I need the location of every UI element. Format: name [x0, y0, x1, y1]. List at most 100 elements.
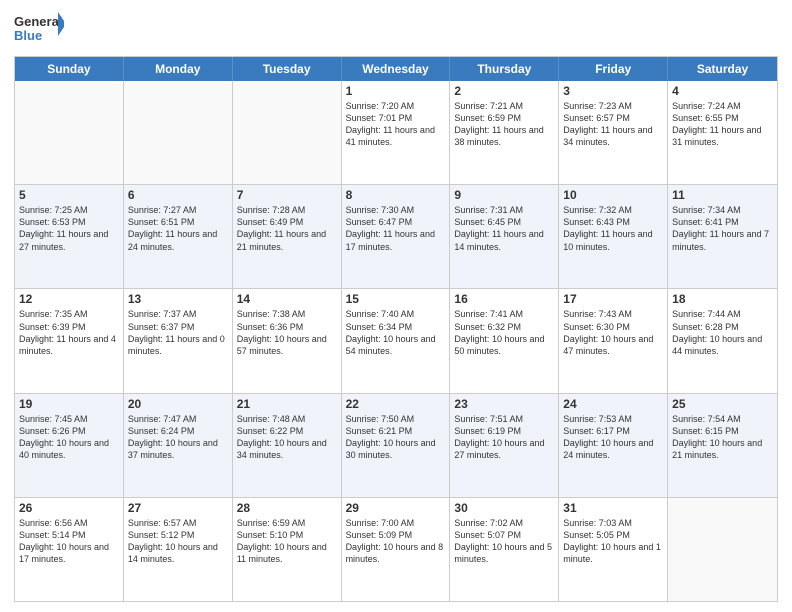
cell-info: Sunrise: 7:53 AM Sunset: 6:17 PM Dayligh… [563, 413, 663, 462]
day-cell-14: 14 Sunrise: 7:38 AM Sunset: 6:36 PM Dayli… [233, 289, 342, 392]
empty-cell [15, 81, 124, 184]
svg-text:Blue: Blue [14, 28, 42, 43]
logo: General Blue [14, 10, 64, 48]
day-number: 26 [19, 501, 119, 515]
day-number: 20 [128, 397, 228, 411]
cell-info: Sunrise: 7:45 AM Sunset: 6:26 PM Dayligh… [19, 413, 119, 462]
empty-cell [233, 81, 342, 184]
day-cell-19: 19 Sunrise: 7:45 AM Sunset: 6:26 PM Dayli… [15, 394, 124, 497]
day-number: 7 [237, 188, 337, 202]
day-number: 12 [19, 292, 119, 306]
day-cell-3: 3 Sunrise: 7:23 AM Sunset: 6:57 PM Daylig… [559, 81, 668, 184]
day-cell-24: 24 Sunrise: 7:53 AM Sunset: 6:17 PM Dayli… [559, 394, 668, 497]
header-cell-thursday: Thursday [450, 57, 559, 81]
cell-info: Sunrise: 7:48 AM Sunset: 6:22 PM Dayligh… [237, 413, 337, 462]
cell-info: Sunrise: 7:51 AM Sunset: 6:19 PM Dayligh… [454, 413, 554, 462]
day-cell-6: 6 Sunrise: 7:27 AM Sunset: 6:51 PM Daylig… [124, 185, 233, 288]
day-cell-18: 18 Sunrise: 7:44 AM Sunset: 6:28 PM Dayli… [668, 289, 777, 392]
day-number: 15 [346, 292, 446, 306]
day-number: 28 [237, 501, 337, 515]
day-number: 24 [563, 397, 663, 411]
cell-info: Sunrise: 7:44 AM Sunset: 6:28 PM Dayligh… [672, 308, 773, 357]
day-cell-26: 26 Sunrise: 6:56 AM Sunset: 5:14 PM Dayli… [15, 498, 124, 601]
cell-info: Sunrise: 7:47 AM Sunset: 6:24 PM Dayligh… [128, 413, 228, 462]
cell-info: Sunrise: 7:34 AM Sunset: 6:41 PM Dayligh… [672, 204, 773, 253]
cell-info: Sunrise: 7:25 AM Sunset: 6:53 PM Dayligh… [19, 204, 119, 253]
cell-info: Sunrise: 7:24 AM Sunset: 6:55 PM Dayligh… [672, 100, 773, 149]
cell-info: Sunrise: 7:23 AM Sunset: 6:57 PM Dayligh… [563, 100, 663, 149]
day-number: 6 [128, 188, 228, 202]
day-cell-20: 20 Sunrise: 7:47 AM Sunset: 6:24 PM Dayli… [124, 394, 233, 497]
day-number: 8 [346, 188, 446, 202]
day-number: 31 [563, 501, 663, 515]
cell-info: Sunrise: 7:28 AM Sunset: 6:49 PM Dayligh… [237, 204, 337, 253]
day-cell-17: 17Sunrise: 7:43 AM Sunset: 6:30 PM Dayli… [559, 289, 668, 392]
day-cell-5: 5Sunrise: 7:25 AM Sunset: 6:53 PM Daylig… [15, 185, 124, 288]
day-number: 25 [672, 397, 773, 411]
calendar: SundayMondayTuesdayWednesdayThursdayFrid… [14, 56, 778, 602]
day-number: 29 [346, 501, 446, 515]
day-cell-10: 10Sunrise: 7:32 AM Sunset: 6:43 PM Dayli… [559, 185, 668, 288]
day-number: 18 [672, 292, 773, 306]
header-cell-saturday: Saturday [668, 57, 777, 81]
header: General Blue [14, 10, 778, 48]
cell-info: Sunrise: 7:35 AM Sunset: 6:39 PM Dayligh… [19, 308, 119, 357]
calendar-row-2: 12 Sunrise: 7:35 AM Sunset: 6:39 PM Dayli… [15, 288, 777, 392]
day-number: 3 [563, 84, 663, 98]
day-cell-4: 4 Sunrise: 7:24 AM Sunset: 6:55 PM Daylig… [668, 81, 777, 184]
cell-info: Sunrise: 7:31 AM Sunset: 6:45 PM Dayligh… [454, 204, 554, 253]
cell-info: Sunrise: 7:03 AM Sunset: 5:05 PM Dayligh… [563, 517, 663, 566]
cell-info: Sunrise: 7:40 AM Sunset: 6:34 PM Dayligh… [346, 308, 446, 357]
header-cell-sunday: Sunday [15, 57, 124, 81]
day-number: 23 [454, 397, 554, 411]
day-number: 4 [672, 84, 773, 98]
calendar-header: SundayMondayTuesdayWednesdayThursdayFrid… [15, 57, 777, 81]
day-number: 19 [19, 397, 119, 411]
day-number: 2 [454, 84, 554, 98]
day-cell-9: 9 Sunrise: 7:31 AM Sunset: 6:45 PM Daylig… [450, 185, 559, 288]
cell-info: Sunrise: 7:54 AM Sunset: 6:15 PM Dayligh… [672, 413, 773, 462]
day-number: 27 [128, 501, 228, 515]
calendar-row-3: 19 Sunrise: 7:45 AM Sunset: 6:26 PM Dayli… [15, 393, 777, 497]
cell-info: Sunrise: 7:02 AM Sunset: 5:07 PM Dayligh… [454, 517, 554, 566]
cell-info: Sunrise: 7:21 AM Sunset: 6:59 PM Dayligh… [454, 100, 554, 149]
header-cell-wednesday: Wednesday [342, 57, 451, 81]
day-number: 11 [672, 188, 773, 202]
calendar-body: 1 Sunrise: 7:20 AM Sunset: 7:01 PM Daylig… [15, 81, 777, 601]
day-cell-13: 13Sunrise: 7:37 AM Sunset: 6:37 PM Dayli… [124, 289, 233, 392]
day-cell-7: 7 Sunrise: 7:28 AM Sunset: 6:49 PM Daylig… [233, 185, 342, 288]
cell-info: Sunrise: 7:43 AM Sunset: 6:30 PM Dayligh… [563, 308, 663, 357]
header-cell-friday: Friday [559, 57, 668, 81]
day-cell-31: 31 Sunrise: 7:03 AM Sunset: 5:05 PM Dayli… [559, 498, 668, 601]
header-cell-tuesday: Tuesday [233, 57, 342, 81]
day-cell-22: 22Sunrise: 7:50 AM Sunset: 6:21 PM Dayli… [342, 394, 451, 497]
day-cell-28: 28Sunrise: 6:59 AM Sunset: 5:10 PM Dayli… [233, 498, 342, 601]
day-cell-12: 12 Sunrise: 7:35 AM Sunset: 6:39 PM Dayli… [15, 289, 124, 392]
day-number: 9 [454, 188, 554, 202]
day-cell-23: 23 Sunrise: 7:51 AM Sunset: 6:19 PM Dayli… [450, 394, 559, 497]
day-cell-2: 2 Sunrise: 7:21 AM Sunset: 6:59 PM Daylig… [450, 81, 559, 184]
day-number: 21 [237, 397, 337, 411]
day-number: 30 [454, 501, 554, 515]
day-number: 14 [237, 292, 337, 306]
cell-info: Sunrise: 7:38 AM Sunset: 6:36 PM Dayligh… [237, 308, 337, 357]
cell-info: Sunrise: 6:56 AM Sunset: 5:14 PM Dayligh… [19, 517, 119, 566]
day-number: 16 [454, 292, 554, 306]
logo-svg: General Blue [14, 10, 64, 48]
cell-info: Sunrise: 7:41 AM Sunset: 6:32 PM Dayligh… [454, 308, 554, 357]
header-cell-monday: Monday [124, 57, 233, 81]
day-cell-1: 1 Sunrise: 7:20 AM Sunset: 7:01 PM Daylig… [342, 81, 451, 184]
day-cell-30: 30 Sunrise: 7:02 AM Sunset: 5:07 PM Dayli… [450, 498, 559, 601]
calendar-row-1: 5Sunrise: 7:25 AM Sunset: 6:53 PM Daylig… [15, 184, 777, 288]
cell-info: Sunrise: 7:27 AM Sunset: 6:51 PM Dayligh… [128, 204, 228, 253]
day-number: 13 [128, 292, 228, 306]
page: General Blue SundayMondayTuesdayWednesda… [0, 0, 792, 612]
empty-cell [124, 81, 233, 184]
day-cell-11: 11 Sunrise: 7:34 AM Sunset: 6:41 PM Dayli… [668, 185, 777, 288]
day-number: 1 [346, 84, 446, 98]
day-cell-27: 27Sunrise: 6:57 AM Sunset: 5:12 PM Dayli… [124, 498, 233, 601]
cell-info: Sunrise: 7:20 AM Sunset: 7:01 PM Dayligh… [346, 100, 446, 149]
day-cell-25: 25 Sunrise: 7:54 AM Sunset: 6:15 PM Dayli… [668, 394, 777, 497]
svg-text:General: General [14, 14, 62, 29]
day-cell-16: 16 Sunrise: 7:41 AM Sunset: 6:32 PM Dayli… [450, 289, 559, 392]
